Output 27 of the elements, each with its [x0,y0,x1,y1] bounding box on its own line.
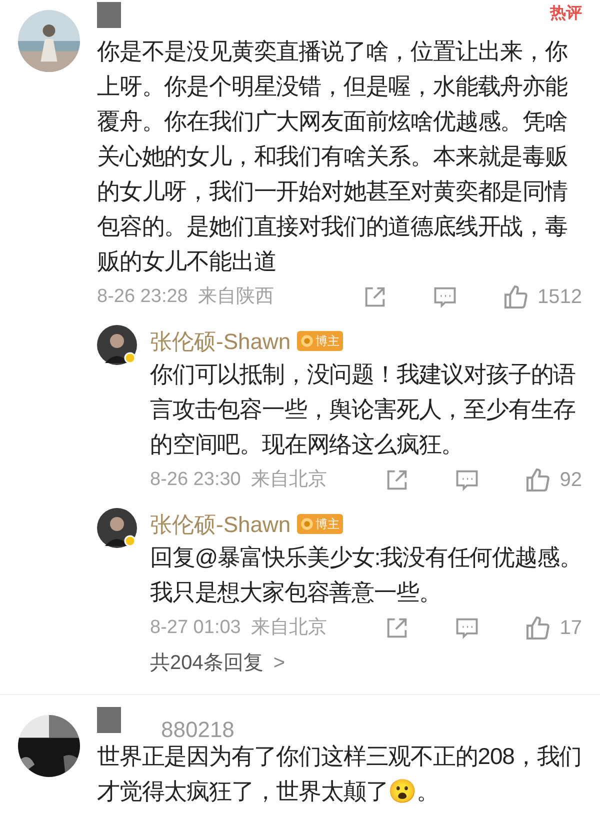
username[interactable]: 880218 [161,719,234,741]
reply-text: 回复@暴富快乐美少女:我没有任何优越感。我只是想大家包容善意一些。 [150,543,583,607]
username[interactable]: 张伦硕-Shawn [150,324,291,358]
like-icon[interactable] [524,466,552,494]
comment-time: 8-26 23:28 [97,284,188,309]
comment-text: 世界正是因为有了你们这样三观不正的208，我们才觉得太疯狂了，世界太颠了😮。 [97,742,583,806]
like-count: 17 [560,616,582,641]
like-count: 1512 [538,285,582,310]
badge-label: 博主 [316,333,340,350]
reply-text: 你们可以抵制，没问题！我建议对孩子的语言攻击包容一些，舆论害死人，至少有生存的空间吧。现在网络这么疯狂。 [150,360,577,459]
comment-time: 8-26 23:30 [150,468,241,492]
username[interactable]: 张伦硕-Shawn [150,508,291,540]
medal-icon [300,517,314,531]
medal-icon [300,334,314,348]
like-icon[interactable] [502,283,530,311]
comment-time: 8-27 01:03 [150,616,241,640]
more-replies-link[interactable]: 共204条回复 > [150,648,600,678]
avatar[interactable] [97,325,137,365]
avatar[interactable] [97,508,137,548]
comment-text: 你是不是没见黄奕直播说了啥，位置让出来，你上呀。你是个明星没错，但是喔，水能载舟亦能覆舟。你在我们广大网友面前炫啥优越感。凭啥关心她的女儿，和我们有啥关系。本来就是毒贩的女儿呀，我们一开始对她甚至对黄奕都是同情包容的。是她们直接对我们的道德底线开战，毒贩的女儿不能出道 [97,37,568,276]
comment-location: 来自北京 [250,468,327,492]
comment-location: 来自陕西 [198,284,274,309]
hot-tag: 热评 [550,2,582,26]
like-count: 92 [560,468,582,493]
like-icon[interactable] [524,614,552,642]
badge-label: 博主 [316,516,340,533]
comment-location: 来自北京 [250,616,327,640]
